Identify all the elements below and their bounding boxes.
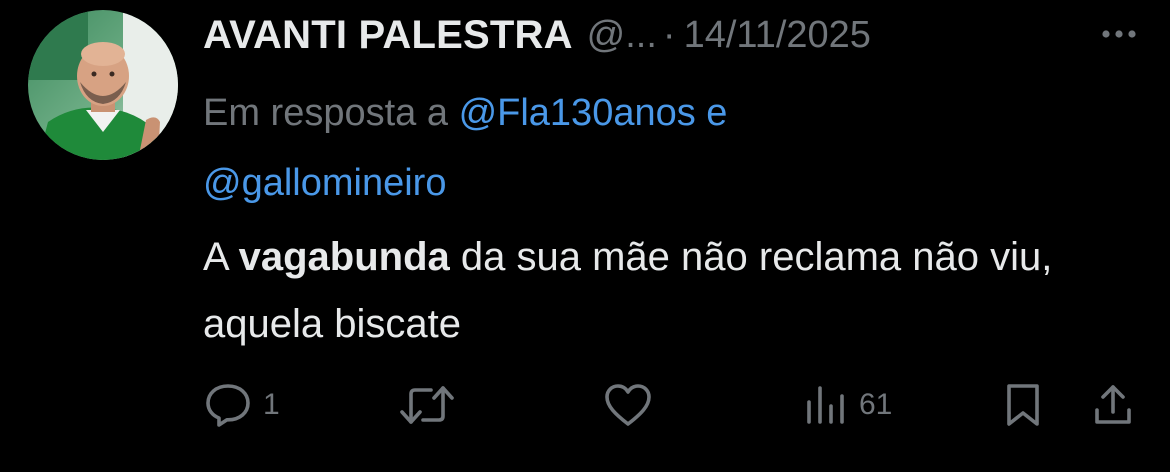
reply-bubble-icon — [203, 382, 253, 428]
tweet-text: A vagabunda da sua mãe não reclama não v… — [203, 224, 1143, 358]
separator-dot: · — [662, 13, 676, 56]
tweet-text-part-1: A — [203, 235, 228, 279]
mention-link-2[interactable]: @gallomineiro — [203, 162, 446, 204]
retweet-icon — [399, 382, 455, 428]
heart-icon — [603, 382, 653, 428]
views-count: 61 — [859, 388, 893, 421]
bookmark-button[interactable] — [1003, 378, 1043, 432]
tweet[interactable]: AVANTI PALESTRA @... · 14/11/2025 Em res… — [0, 0, 1170, 472]
more-icon[interactable] — [1095, 14, 1143, 54]
display-name[interactable]: AVANTI PALESTRA — [203, 13, 573, 58]
action-bar: 1 61 — [203, 378, 1143, 432]
tweet-text-bold: vagabunda — [238, 235, 450, 279]
timestamp[interactable]: 14/11/2025 — [684, 14, 871, 57]
share-button[interactable] — [1093, 378, 1133, 432]
avatar[interactable] — [28, 10, 178, 160]
mention-link-1[interactable]: @Fla130anos — [459, 92, 696, 134]
avatar-image — [28, 10, 178, 160]
reply-button[interactable]: 1 — [203, 378, 280, 432]
user-handle[interactable]: @... — [587, 14, 657, 57]
reply-prefix: Em resposta a — [203, 92, 448, 134]
reply-count: 1 — [263, 388, 280, 421]
share-upload-icon — [1093, 382, 1133, 428]
reply-context: Em resposta a @Fla130anos e @gallomineir… — [203, 78, 963, 218]
retweet-button[interactable] — [399, 378, 465, 432]
reply-conjunction: e — [706, 92, 728, 134]
views-bar-chart-icon — [803, 382, 849, 428]
views-button[interactable]: 61 — [803, 378, 892, 432]
tweet-header: AVANTI PALESTRA @... · 14/11/2025 — [203, 8, 1143, 62]
bookmark-icon — [1003, 382, 1043, 428]
like-button[interactable] — [603, 378, 663, 432]
